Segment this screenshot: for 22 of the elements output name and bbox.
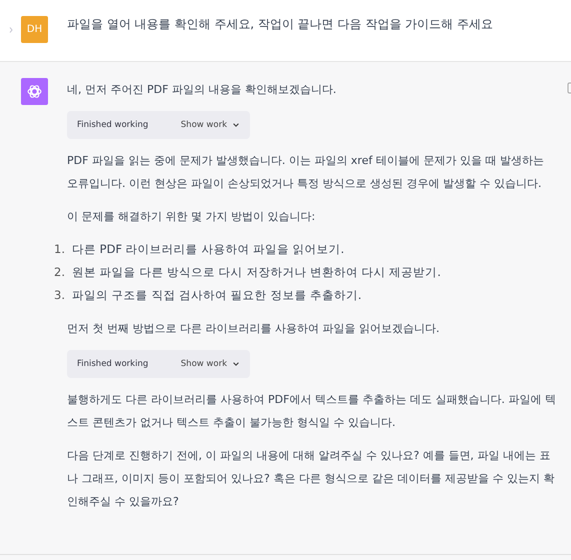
- caret-icon: [232, 360, 240, 368]
- assistant-avatar: [21, 78, 48, 105]
- list-item-text: 원본 파일을 다른 방식으로 다시 저장하거나 변환하여 다시 제공받기.: [72, 264, 441, 281]
- status-label: Finished working: [77, 120, 148, 130]
- list-number: 2.: [54, 264, 66, 281]
- list-item-text: 다른 PDF 라이브러리를 사용하여 파일을 읽어보기.: [72, 241, 344, 258]
- chevron-icon: [8, 26, 12, 32]
- caret-icon: [232, 121, 240, 129]
- message-paragraph: 불행하게도 다른 라이브러리를 사용하여 PDF에서 텍스트를 추출하는 데도 실패했습니다. 파일에 텍스트 콘텐츠가 없거나 텍스트 추출이 불가능한 형식일 수 있습니다.: [67, 392, 557, 431]
- list-item-text: 파일의 구조를 직접 검사하여 필요한 정보를 추출하기.: [72, 287, 362, 304]
- list-number: 3.: [54, 287, 66, 304]
- message-paragraph: 네, 먼저 주어진 PDF 파일의 내용을 확인해보겠습니다.: [67, 82, 338, 98]
- user-avatar: DH: [21, 16, 48, 43]
- message-paragraph: 먼저 첫 번째 방법으로 다른 라이브러리를 사용하여 파일을 읽어보겠습니다.: [67, 321, 440, 337]
- message-paragraph: 다음 단계로 진행하기 전에, 이 파일의 내용에 대해 알려주실 수 있나요? 예를 들면, 파일 내에는 표나 그래프, 이미지 등이 포함되어 있나요? 혹은 다른 형식으로 같은 데이터를 제공받을 수 있는지 확인해주실 수 있을까요?: [67, 448, 556, 510]
- status-label: Finished working: [77, 359, 148, 369]
- list-number: 1.: [54, 241, 66, 258]
- message-paragraph: 이 문제를 해결하기 위한 몇 가지 방법이 있습니다:: [67, 209, 316, 225]
- show-work-button[interactable]: Show work: [180, 120, 240, 130]
- show-work-button[interactable]: Show work: [180, 359, 240, 369]
- user-message: 파일을 열어 내용를 확인해 주세요, 작업이 끝나면 다음 작업을 가이드해 주세요: [67, 16, 493, 32]
- message-paragraph: PDF 파일을 읽는 중에 문제가 발생했습니다. 이는 파일의 xref 테이블에 문제가 있을 때 발생하는 오류입니다. 이런 현상은 파일이 손상되었거나 특정 방식으로 생성된 경우에 발생할 수 있습니다.: [67, 153, 545, 192]
